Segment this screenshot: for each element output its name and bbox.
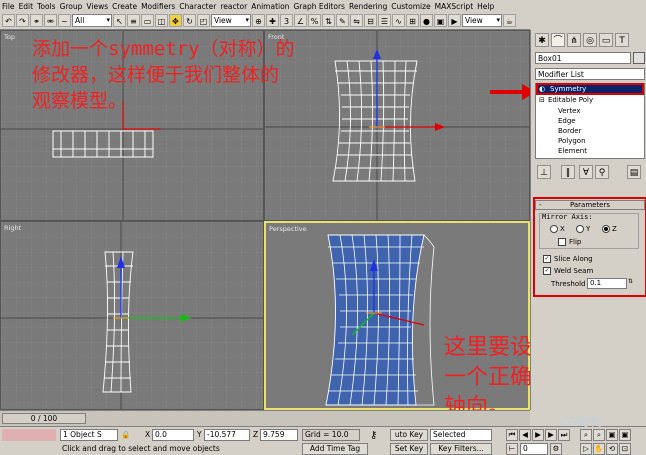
selection-count: 1 Object S xyxy=(60,429,118,441)
auto-key-button[interactable]: uto Key xyxy=(390,429,428,441)
modifier-list-dropdown[interactable]: Modifier List xyxy=(535,68,645,80)
pin-stack-icon[interactable]: ⊥ xyxy=(537,165,551,179)
show-end-result-icon[interactable]: ‖ xyxy=(561,165,575,179)
utilities-tab-icon[interactable]: T xyxy=(615,33,629,47)
configure-modifier-sets-icon[interactable]: ▤ xyxy=(627,165,641,179)
x-coordinate-label: X xyxy=(145,430,151,439)
watermark: CG时代 xyxy=(560,415,602,429)
grid-size-display: Grid = 10.0 xyxy=(302,429,360,441)
prompt-line: Click and drag to select and move object… xyxy=(62,444,220,453)
parameters-highlight-box xyxy=(533,197,646,297)
set-key-button[interactable]: Set Key xyxy=(390,443,428,455)
z-coordinate-field[interactable]: 9.759 xyxy=(260,429,298,441)
stack-item-element[interactable]: Element xyxy=(558,147,587,155)
lock-selection-icon[interactable]: 🔒 xyxy=(121,430,130,439)
modify-tab-icon[interactable]: ⌒ xyxy=(551,33,565,47)
zoom-extents-all-icon[interactable]: ▣ xyxy=(619,429,631,441)
stack-item-polygon[interactable]: Polygon xyxy=(558,137,586,145)
stack-item-vertex[interactable]: Vertex xyxy=(558,107,581,115)
zoom-extents-icon[interactable]: ▣ xyxy=(606,429,618,441)
frame-indicator: 0 / 100 xyxy=(30,414,58,423)
maxscript-listener-mini[interactable] xyxy=(2,429,56,441)
current-frame-field[interactable]: 0 xyxy=(520,443,548,455)
previous-frame-icon[interactable]: ◀ xyxy=(519,429,531,441)
zoom-all-icon[interactable]: ⌕ xyxy=(593,429,605,441)
y-coordinate-label: Y xyxy=(197,430,202,439)
go-to-end-icon[interactable]: ⏭ xyxy=(558,429,570,441)
status-bar: 1 Object S 🔒 X 0.0 Y -10.577 Z 9.759 Gri… xyxy=(0,415,646,455)
object-name-field[interactable]: Box01 xyxy=(535,52,631,64)
display-tab-icon[interactable]: ▭ xyxy=(599,33,613,47)
remove-modifier-icon[interactable]: ⚲ xyxy=(595,165,609,179)
zoom-icon[interactable]: ⌕ xyxy=(580,429,592,441)
x-coordinate-field[interactable]: 0.0 xyxy=(152,429,194,441)
motion-tab-icon[interactable]: ◎ xyxy=(583,33,597,47)
key-filters-button[interactable]: Key Filters... xyxy=(430,443,492,455)
z-coordinate-label: Z xyxy=(253,430,259,439)
time-slider-bar[interactable]: 0 / 100 xyxy=(0,410,530,426)
stack-item-editable-poly[interactable]: Editable Poly xyxy=(548,96,593,104)
time-configuration-icon[interactable]: ⚙ xyxy=(550,443,562,455)
add-time-tag-button[interactable]: Add Time Tag xyxy=(302,443,368,455)
arc-rotate-icon[interactable]: ⟲ xyxy=(606,443,618,455)
selection-set-dropdown[interactable]: Selected xyxy=(430,429,492,441)
play-icon[interactable]: ▶ xyxy=(532,429,544,441)
make-unique-icon[interactable]: ∀ xyxy=(579,165,593,179)
create-tab-icon[interactable]: ✱ xyxy=(535,33,549,47)
time-slider-thumb[interactable]: 0 / 100 xyxy=(2,413,86,424)
maximize-viewport-icon[interactable]: ⊡ xyxy=(619,443,631,455)
symmetry-highlight-box xyxy=(536,83,644,95)
key-mode-toggle-icon[interactable]: ⊢ xyxy=(506,443,518,455)
field-of-view-icon[interactable]: ▷ xyxy=(580,443,592,455)
go-to-start-icon[interactable]: ⏮ xyxy=(506,429,518,441)
hierarchy-tab-icon[interactable]: ⋔ xyxy=(567,33,581,47)
next-frame-icon[interactable]: ▶ xyxy=(545,429,557,441)
object-color-swatch[interactable] xyxy=(633,52,645,64)
expand-icon[interactable]: ⊟ xyxy=(539,96,545,104)
y-coordinate-field[interactable]: -10.577 xyxy=(204,429,250,441)
stack-item-border[interactable]: Border xyxy=(558,127,581,135)
command-panel: ✱ ⌒ ⋔ ◎ ▭ T Box01 Modifier List ◐ Symmet… xyxy=(530,30,646,410)
key-icon[interactable]: ⚷ xyxy=(370,430,377,441)
pan-icon[interactable]: ✋ xyxy=(593,443,605,455)
stack-item-edge[interactable]: Edge xyxy=(558,117,576,125)
